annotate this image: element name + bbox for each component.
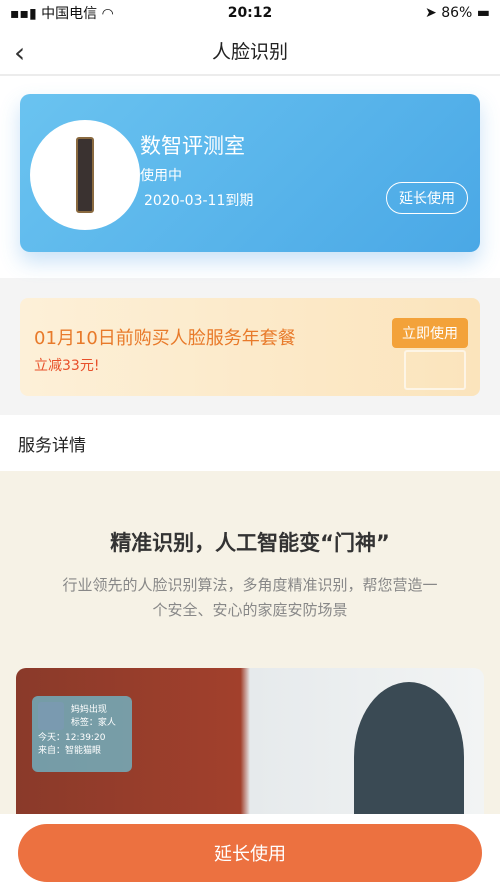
overlay-tag: 标签：家人 <box>70 718 116 728</box>
device-expiry: 2020-03-11到期 <box>144 193 254 209</box>
nav-bar: ‹ 人脸识别 <box>0 26 500 76</box>
overlay-time: 今天：12:39:20 <box>38 733 106 743</box>
face-thumbnail <box>38 702 64 730</box>
extend-use-button[interactable]: 延长使用 <box>18 824 482 882</box>
gift-icon <box>404 350 466 390</box>
promo-banner[interactable]: 01月10日前购买人脸服务年套餐 立减33元! 立即使用 <box>20 298 480 396</box>
promo-title: 01月10日前购买人脸服务年套餐 <box>34 328 296 349</box>
extend-button[interactable]: 延长使用 <box>386 182 468 214</box>
device-card: 数智评测室 使用中 2020-03-11到期 延长使用 <box>20 94 480 252</box>
wifi-icon: ◠ <box>101 6 114 22</box>
page-title: 人脸识别 <box>211 40 288 63</box>
battery-icon: ▬ <box>476 5 490 21</box>
recognition-overlay: 妈妈出现标签：家人 今天：12:39:20 来自：智能猫眼 <box>32 696 132 772</box>
battery: ➤ 86% ▬ <box>425 5 490 21</box>
device-name: 数智评测室 <box>140 134 245 158</box>
device-status: 使用中 <box>140 168 182 184</box>
section-heading: 服务详情 <box>0 415 500 471</box>
promo-subtitle: 立减33元! <box>34 358 100 374</box>
device-image <box>30 120 140 230</box>
status-bar: ▪▪▮ 中国电信 ◠ 20:12 ➤ 86% ▬ <box>0 0 500 26</box>
location-icon: ➤ <box>425 5 437 21</box>
detail-title: 精准识别，人工智能变“门神” <box>110 531 390 555</box>
back-chevron-icon[interactable]: ‹ <box>14 36 25 69</box>
person-head <box>354 682 464 828</box>
carrier: ▪▪▮ 中国电信 ◠ <box>10 6 114 22</box>
face-recognition-photo: 妈妈出现标签：家人 今天：12:39:20 来自：智能猫眼 <box>16 668 484 828</box>
smart-lock-icon <box>76 137 94 213</box>
overlay-source: 来自：智能猫眼 <box>38 746 102 756</box>
overlay-name: 妈妈出现 <box>70 705 107 715</box>
detail-description: 行业领先的人脸识别算法，多角度精准识别，帮您营造一个安全、安心的家庭安防场景 <box>62 576 438 619</box>
use-now-button[interactable]: 立即使用 <box>392 318 468 348</box>
